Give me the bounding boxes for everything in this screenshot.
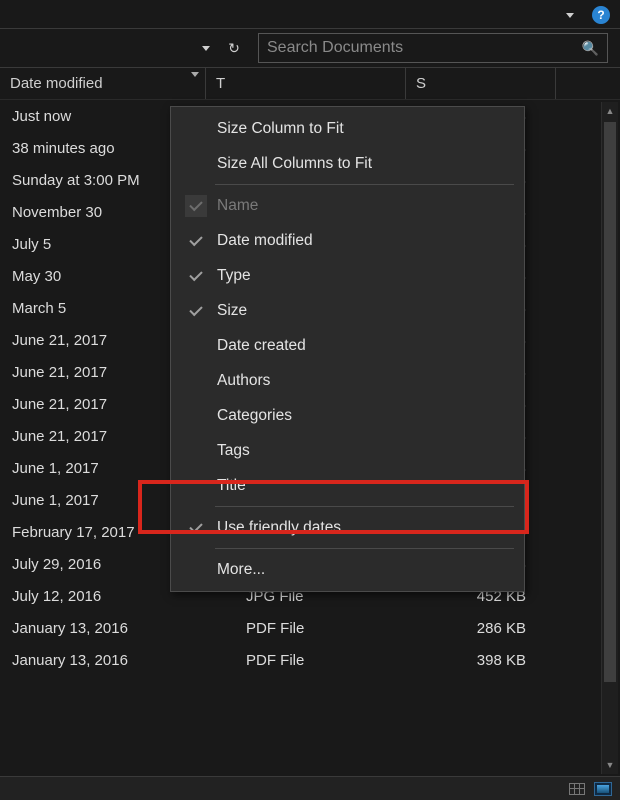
column-header-date-modified[interactable]: Date modified [0, 68, 206, 99]
ribbon-collapse-button[interactable] [558, 3, 582, 27]
table-row[interactable]: January 13, 2016PDF File398 KB [0, 644, 620, 676]
cell-date-modified: January 13, 2016 [0, 620, 206, 637]
menu-item-use-friendly-dates[interactable]: Use friendly dates [171, 510, 524, 545]
search-input[interactable]: Search Documents 🔍 [258, 33, 608, 63]
menu-item-label: Categories [217, 407, 292, 425]
menu-item-more[interactable]: More... [171, 552, 524, 587]
menu-item-title[interactable]: Title [171, 468, 524, 503]
menu-item-label: Size [217, 302, 247, 320]
menu-item-label: Size All Columns to Fit [217, 155, 372, 173]
cell-size: 286 KB [406, 620, 556, 637]
cell-type: PDF File [206, 620, 406, 637]
address-dropdown-button[interactable] [194, 36, 218, 60]
menu-item-label: Use friendly dates [217, 519, 341, 537]
vertical-scrollbar[interactable]: ▲ ▼ [601, 102, 618, 774]
menu-separator [215, 506, 514, 507]
menu-item-size[interactable]: Size [171, 293, 524, 328]
menu-separator [215, 184, 514, 185]
menu-item-label: More... [217, 561, 265, 579]
details-view-icon [569, 783, 585, 795]
cell-size: 398 KB [406, 652, 556, 669]
search-icon: 🔍 [582, 40, 599, 57]
menu-item-authors[interactable]: Authors [171, 363, 524, 398]
chevron-down-icon [191, 72, 199, 77]
address-bar-area: ↻ [0, 36, 252, 60]
menu-item-label: Date created [217, 337, 306, 355]
menu-item-size-column-to-fit[interactable]: Size Column to Fit [171, 111, 524, 146]
scroll-down-button[interactable]: ▼ [602, 756, 618, 774]
check-icon [185, 300, 207, 322]
column-header-label: T [216, 75, 225, 92]
column-header-size[interactable]: S [406, 68, 556, 99]
chevron-down-icon [566, 13, 574, 18]
cell-type: PDF File [206, 652, 406, 669]
menu-item-label: Title [217, 477, 246, 495]
menu-item-date-created[interactable]: Date created [171, 328, 524, 363]
navigation-toolbar: ↻ Search Documents 🔍 [0, 28, 620, 68]
menu-item-name[interactable]: Name [171, 188, 524, 223]
check-icon [185, 230, 207, 252]
help-label: ? [597, 8, 604, 22]
column-header-row: Date modified T S [0, 68, 620, 100]
status-bar [0, 776, 620, 800]
table-row[interactable]: January 13, 2016PDF File286 KB [0, 612, 620, 644]
check-icon [185, 265, 207, 287]
view-thumbnails-button[interactable] [592, 780, 614, 798]
menu-item-label: Type [217, 267, 251, 285]
menu-item-date-modified[interactable]: Date modified [171, 223, 524, 258]
refresh-button[interactable]: ↻ [222, 36, 246, 60]
column-header-type[interactable]: T [206, 68, 406, 99]
refresh-icon: ↻ [228, 40, 240, 57]
scroll-thumb[interactable] [604, 122, 616, 682]
menu-item-tags[interactable]: Tags [171, 433, 524, 468]
menu-item-size-all-columns-to-fit[interactable]: Size All Columns to Fit [171, 146, 524, 181]
cell-date-modified: January 13, 2016 [0, 652, 206, 669]
menu-item-label: Name [217, 197, 258, 215]
window-top-bar: ? [0, 0, 620, 28]
help-icon[interactable]: ? [592, 6, 610, 24]
check-icon [185, 195, 207, 217]
menu-item-type[interactable]: Type [171, 258, 524, 293]
thumbnails-view-icon [594, 782, 612, 796]
view-details-button[interactable] [566, 780, 588, 798]
menu-item-categories[interactable]: Categories [171, 398, 524, 433]
check-icon [185, 517, 207, 539]
menu-separator [215, 548, 514, 549]
column-header-label: Date modified [10, 75, 103, 92]
menu-item-label: Authors [217, 372, 270, 390]
chevron-down-icon [202, 46, 210, 51]
search-placeholder: Search Documents [267, 39, 582, 57]
column-header-label: S [416, 75, 426, 92]
column-header-context-menu: Size Column to Fit Size All Columns to F… [170, 106, 525, 592]
menu-item-label: Size Column to Fit [217, 120, 344, 138]
menu-item-label: Date modified [217, 232, 313, 250]
menu-item-label: Tags [217, 442, 250, 460]
scroll-up-button[interactable]: ▲ [602, 102, 618, 120]
